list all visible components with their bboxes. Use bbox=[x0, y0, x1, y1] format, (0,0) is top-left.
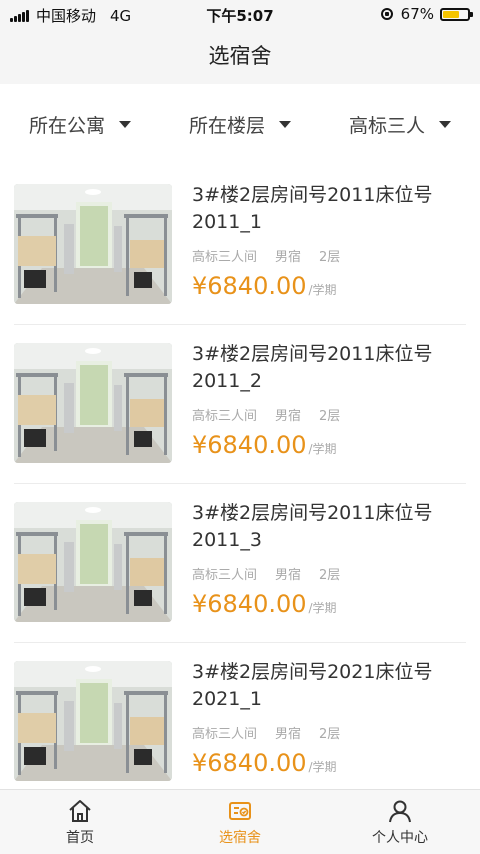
room-price-row: ¥6840.00 /学期 bbox=[192, 431, 337, 459]
room-list: 3#楼2层房间号2011床位号2011_1 高标三人间 男宿 2层 ¥6840.… bbox=[0, 166, 480, 802]
home-icon bbox=[69, 799, 91, 822]
room-floor: 2层 bbox=[319, 250, 341, 265]
room-gender: 男宿 bbox=[275, 568, 302, 583]
room-price-row: ¥6840.00 /学期 bbox=[192, 590, 337, 618]
tab-label: 个人中心 bbox=[372, 829, 428, 846]
filter-bar: 所在公寓 所在楼层 高标三人 bbox=[0, 92, 480, 156]
status-bar: 中国移动 4G 下午5:07 67% bbox=[0, 0, 480, 28]
room-gender: 男宿 bbox=[275, 250, 302, 265]
filter-label: 高标三人 bbox=[348, 114, 425, 137]
room-price-unit: /学期 bbox=[308, 601, 337, 615]
room-price: ¥6840.00 bbox=[192, 590, 307, 618]
filter-apartment[interactable]: 所在公寓 bbox=[0, 92, 160, 156]
battery-percent: 67% bbox=[400, 5, 434, 23]
room-photo bbox=[14, 184, 172, 304]
orientation-lock-icon bbox=[380, 8, 393, 20]
room-card[interactable]: 3#楼2层房间号2021床位号2021_1 高标三人间 男宿 2层 ¥6840.… bbox=[14, 643, 466, 802]
room-type: 高标三人间 bbox=[192, 568, 258, 583]
room-photo bbox=[14, 502, 172, 622]
room-price: ¥6840.00 bbox=[192, 749, 307, 777]
room-card[interactable]: 3#楼2层房间号2011床位号2011_1 高标三人间 男宿 2层 ¥6840.… bbox=[14, 166, 466, 325]
room-type: 高标三人间 bbox=[192, 409, 258, 424]
page-title: 选宿舍 bbox=[0, 28, 480, 84]
filter-floor[interactable]: 所在楼层 bbox=[160, 92, 320, 156]
room-price-unit: /学期 bbox=[308, 283, 337, 297]
room-photo bbox=[14, 661, 172, 781]
tab-label: 选宿舍 bbox=[219, 829, 261, 846]
tab-label: 首页 bbox=[66, 829, 94, 846]
room-meta: 高标三人间 男宿 2层 bbox=[192, 405, 358, 424]
battery-icon bbox=[440, 7, 473, 21]
user-icon bbox=[389, 800, 411, 822]
room-meta: 高标三人间 男宿 2层 bbox=[192, 246, 358, 265]
room-floor: 2层 bbox=[319, 409, 341, 424]
status-right: 67% bbox=[380, 5, 473, 23]
room-meta: 高标三人间 男宿 2层 bbox=[192, 564, 358, 583]
tab-select-dorm[interactable]: 选宿舍 bbox=[160, 790, 320, 854]
caret-down-icon bbox=[439, 120, 451, 128]
room-photo bbox=[14, 343, 172, 463]
room-type: 高标三人间 bbox=[192, 250, 258, 265]
room-gender: 男宿 bbox=[275, 727, 302, 742]
tab-profile[interactable]: 个人中心 bbox=[320, 790, 480, 854]
room-price-unit: /学期 bbox=[308, 760, 337, 774]
room-price: ¥6840.00 bbox=[192, 272, 307, 300]
room-card[interactable]: 3#楼2层房间号2011床位号2011_2 高标三人间 男宿 2层 ¥6840.… bbox=[14, 325, 466, 484]
tab-home[interactable]: 首页 bbox=[0, 790, 160, 854]
room-title: 3#楼2层房间号2011床位号2011_1 bbox=[192, 184, 433, 233]
room-title: 3#楼2层房间号2011床位号2011_3 bbox=[192, 502, 433, 551]
room-price: ¥6840.00 bbox=[192, 431, 307, 459]
room-price-unit: /学期 bbox=[308, 442, 337, 456]
battery-fill bbox=[443, 10, 459, 18]
tab-bar: 首页 选宿舍 个人中心 bbox=[0, 789, 480, 854]
room-type: 高标三人间 bbox=[192, 727, 258, 742]
filter-room-type[interactable]: 高标三人 bbox=[320, 92, 480, 156]
caret-down-icon bbox=[279, 120, 291, 128]
room-floor: 2层 bbox=[319, 568, 341, 583]
room-gender: 男宿 bbox=[275, 409, 302, 424]
room-meta: 高标三人间 男宿 2层 bbox=[192, 723, 358, 742]
dorm-select-icon bbox=[229, 801, 251, 820]
room-price-row: ¥6840.00 /学期 bbox=[192, 749, 337, 777]
filter-label: 所在楼层 bbox=[188, 114, 265, 137]
room-title: 3#楼2层房间号2021床位号2021_1 bbox=[192, 661, 433, 710]
filter-label: 所在公寓 bbox=[28, 114, 105, 137]
room-price-row: ¥6840.00 /学期 bbox=[192, 272, 337, 300]
caret-down-icon bbox=[119, 120, 131, 128]
room-title: 3#楼2层房间号2011床位号2011_2 bbox=[192, 343, 433, 392]
room-card[interactable]: 3#楼2层房间号2011床位号2011_3 高标三人间 男宿 2层 ¥6840.… bbox=[14, 484, 466, 643]
room-floor: 2层 bbox=[319, 727, 341, 742]
